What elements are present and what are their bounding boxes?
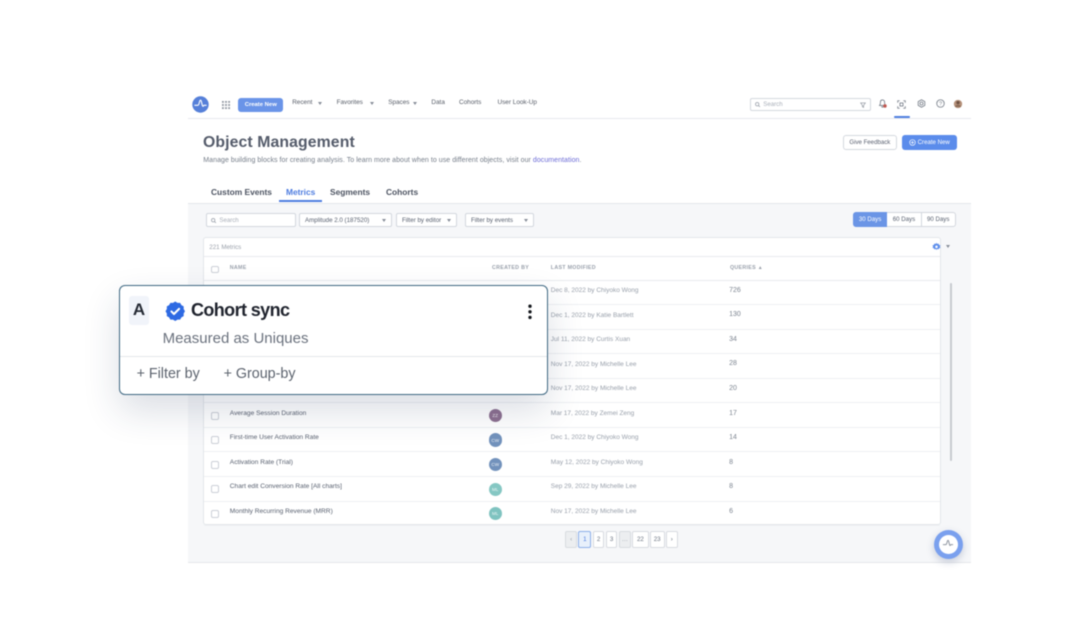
svg-text:?: ?: [939, 102, 942, 108]
